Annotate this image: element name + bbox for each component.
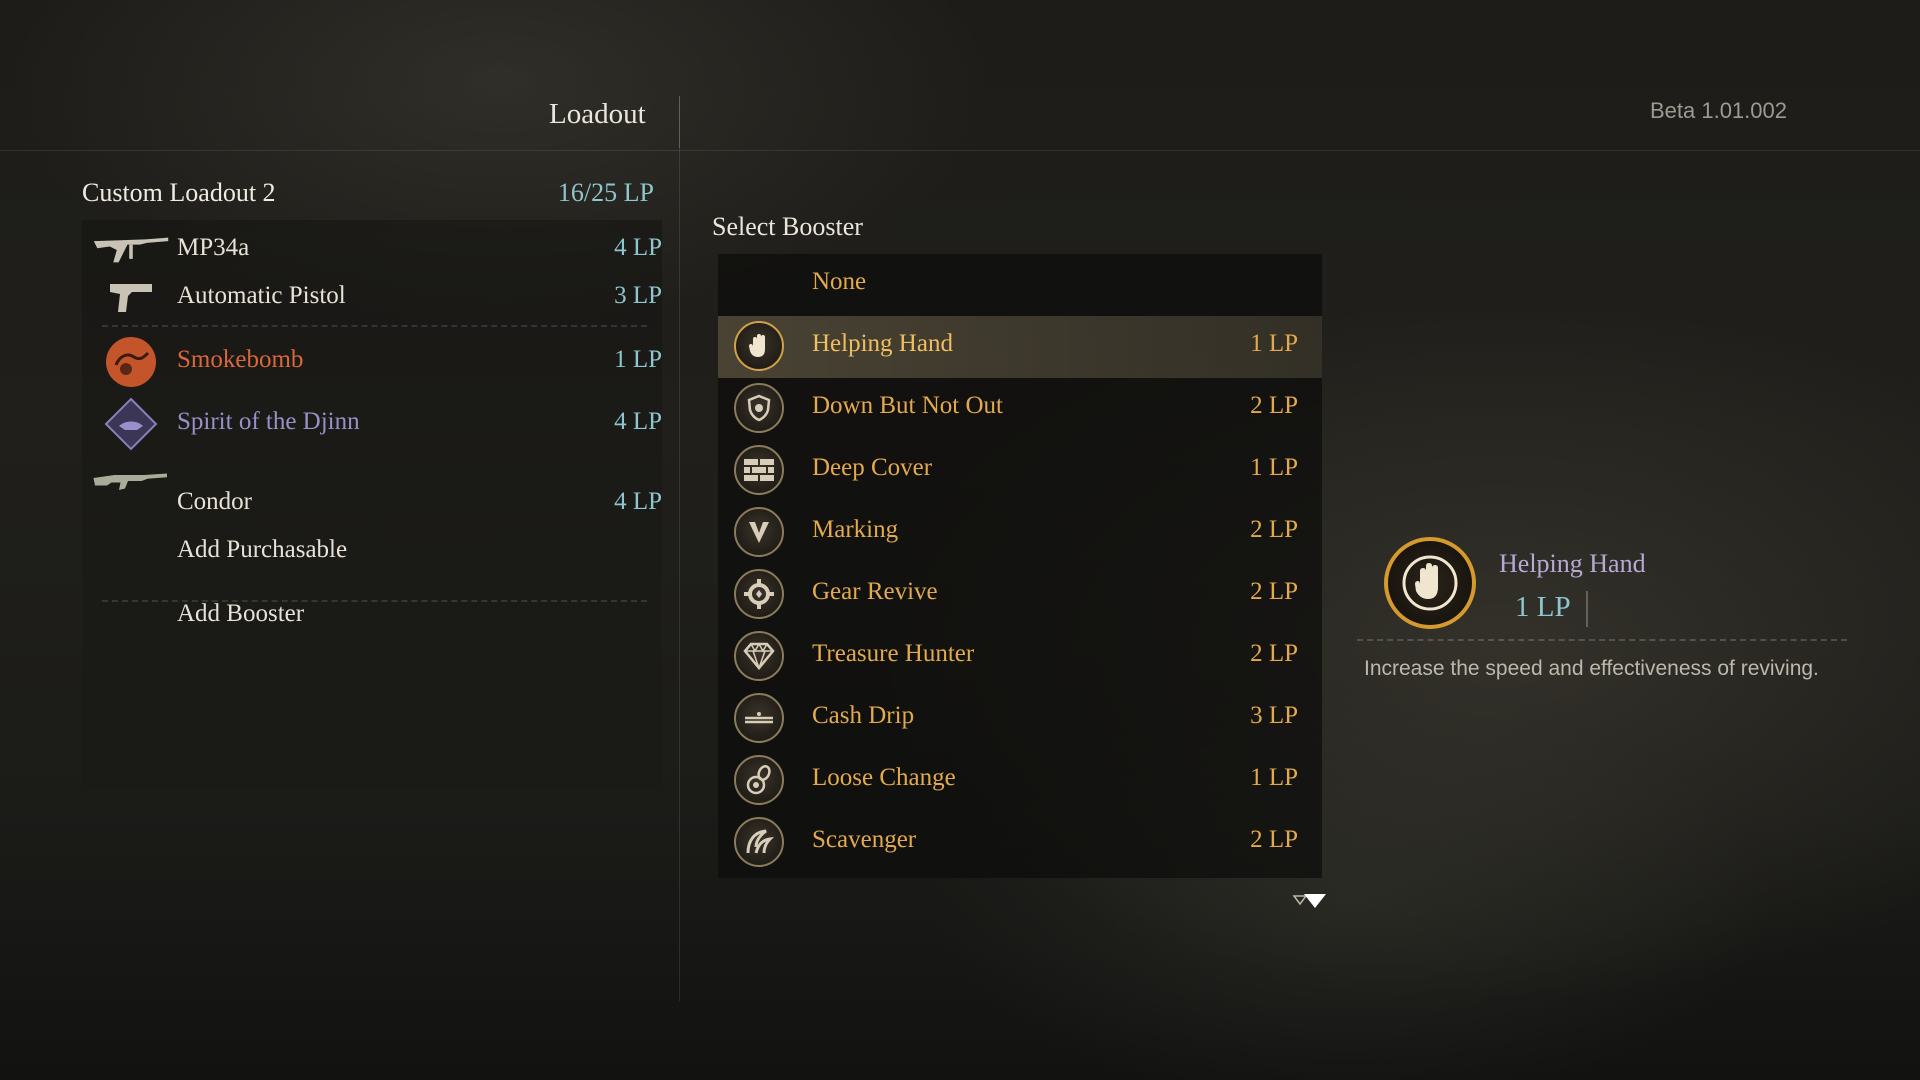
header-divider-tick xyxy=(679,96,680,148)
booster-name: Cash Drip xyxy=(812,702,915,729)
loadout-header: Custom Loadout 2 16/25 LP xyxy=(82,176,662,216)
loadout-name: Custom Loadout 2 xyxy=(82,178,276,207)
shield-icon xyxy=(734,383,784,433)
booster-item-treasure-hunter[interactable]: Treasure Hunter 2 LP xyxy=(718,626,1322,688)
header-divider xyxy=(0,150,1920,151)
detail-booster-name: Helping Hand xyxy=(1499,549,1646,578)
detail-booster-lp: 1 LP xyxy=(1515,591,1571,623)
booster-item-none[interactable]: None xyxy=(718,254,1322,316)
loadout-item-throwable[interactable]: Smokebomb 1 LP xyxy=(82,337,662,387)
booster-item-deep-cover[interactable]: Deep Cover 1 LP xyxy=(718,440,1322,502)
loadout-item-name: MP34a xyxy=(177,234,250,261)
loadout-item-name: Spirit of the Djinn xyxy=(177,408,360,435)
loadout-item-secondary-weapon[interactable]: Automatic Pistol 3 LP xyxy=(82,276,662,320)
loadout-item-lp: 4 LP xyxy=(614,488,662,515)
booster-lp: 2 LP xyxy=(1250,578,1298,605)
loadout-panel: Custom Loadout 2 16/25 LP MP34a 4 LP Aut… xyxy=(82,176,662,790)
claw-icon xyxy=(734,817,784,867)
rifle-icon xyxy=(92,462,170,506)
add-purchasable-button[interactable]: Add Purchasable xyxy=(82,530,662,574)
booster-item-helping-hand[interactable]: Helping Hand 1 LP xyxy=(718,316,1322,378)
booster-name: Gear Revive xyxy=(812,578,938,605)
djinn-icon xyxy=(92,397,170,451)
booster-name: Down But Not Out xyxy=(812,392,1003,419)
scroll-down-arrow-icon[interactable] xyxy=(1292,892,1328,910)
loadout-item-mystical[interactable]: Spirit of the Djinn 4 LP xyxy=(82,397,662,451)
pistol-icon xyxy=(92,276,170,320)
booster-list: None Helping Hand 1 LP Down But Not Out … xyxy=(718,254,1322,878)
booster-lp: 3 LP xyxy=(1250,702,1298,729)
booster-name: Scavenger xyxy=(812,826,917,853)
booster-item-gear-revive[interactable]: Gear Revive 2 LP xyxy=(718,564,1322,626)
loadout-list: MP34a 4 LP Automatic Pistol 3 LP Smokebo xyxy=(82,220,662,790)
booster-name: None xyxy=(812,268,867,295)
booster-name: Marking xyxy=(812,516,899,543)
booster-name: Helping Hand xyxy=(812,330,953,357)
add-booster-button[interactable]: Add Booster xyxy=(82,594,662,638)
booster-name: Deep Cover xyxy=(812,454,933,481)
loadout-item-lp: 4 LP xyxy=(614,234,662,261)
gear-icon xyxy=(734,569,784,619)
booster-lp: 2 LP xyxy=(1250,640,1298,667)
hand-icon xyxy=(734,321,784,371)
booster-item-marking[interactable]: Marking 2 LP xyxy=(718,502,1322,564)
diamond-icon xyxy=(734,631,784,681)
booster-item-scavenger[interactable]: Scavenger 2 LP xyxy=(718,812,1322,874)
booster-item-loose-change[interactable]: Loose Change 1 LP xyxy=(718,750,1322,812)
add-purchasable-label: Add Purchasable xyxy=(177,536,348,563)
loadout-item-purchasable-weapon[interactable]: Condor 4 LP xyxy=(82,473,662,526)
select-booster-title: Select Booster xyxy=(712,212,863,241)
loadout-item-primary-weapon[interactable]: MP34a 4 LP xyxy=(82,228,662,272)
loadout-total-lp: 16/25 LP xyxy=(557,178,654,207)
page-title: Loadout xyxy=(549,98,646,130)
detail-lp-divider xyxy=(1586,591,1588,627)
divider xyxy=(1357,639,1847,641)
booster-name: Loose Change xyxy=(812,764,956,791)
hand-icon xyxy=(1384,537,1476,629)
booster-item-cash-drip[interactable]: Cash Drip 3 LP xyxy=(718,688,1322,750)
add-booster-label: Add Booster xyxy=(177,600,305,627)
detail-description: Increase the speed and effectiveness of … xyxy=(1364,657,1819,680)
loadout-item-lp: 1 LP xyxy=(614,346,662,373)
booster-lp: 2 LP xyxy=(1250,516,1298,543)
loadout-item-lp: 3 LP xyxy=(614,282,662,309)
version-label: Beta 1.01.002 xyxy=(1649,98,1787,123)
smokebomb-icon xyxy=(92,337,170,387)
loadout-item-name: Automatic Pistol xyxy=(177,282,346,309)
coins-icon xyxy=(734,755,784,805)
booster-name: Treasure Hunter xyxy=(812,640,975,667)
brick-wall-icon xyxy=(734,445,784,495)
smg-icon xyxy=(92,228,170,272)
booster-item-down-but-not-out[interactable]: Down But Not Out 2 LP xyxy=(718,378,1322,440)
loadout-item-lp: 4 LP xyxy=(614,408,662,435)
booster-lp: 2 LP xyxy=(1250,392,1298,419)
loadout-item-name: Condor xyxy=(177,488,252,515)
loadout-item-name: Smokebomb xyxy=(177,346,304,373)
column-divider xyxy=(679,96,680,1001)
booster-lp: 1 LP xyxy=(1250,764,1298,791)
chevron-mark-icon xyxy=(734,507,784,557)
booster-lp: 1 LP xyxy=(1250,330,1298,357)
divider xyxy=(102,325,647,327)
booster-lp: 2 LP xyxy=(1250,826,1298,853)
booster-lp: 1 LP xyxy=(1250,454,1298,481)
cash-icon xyxy=(734,693,784,743)
